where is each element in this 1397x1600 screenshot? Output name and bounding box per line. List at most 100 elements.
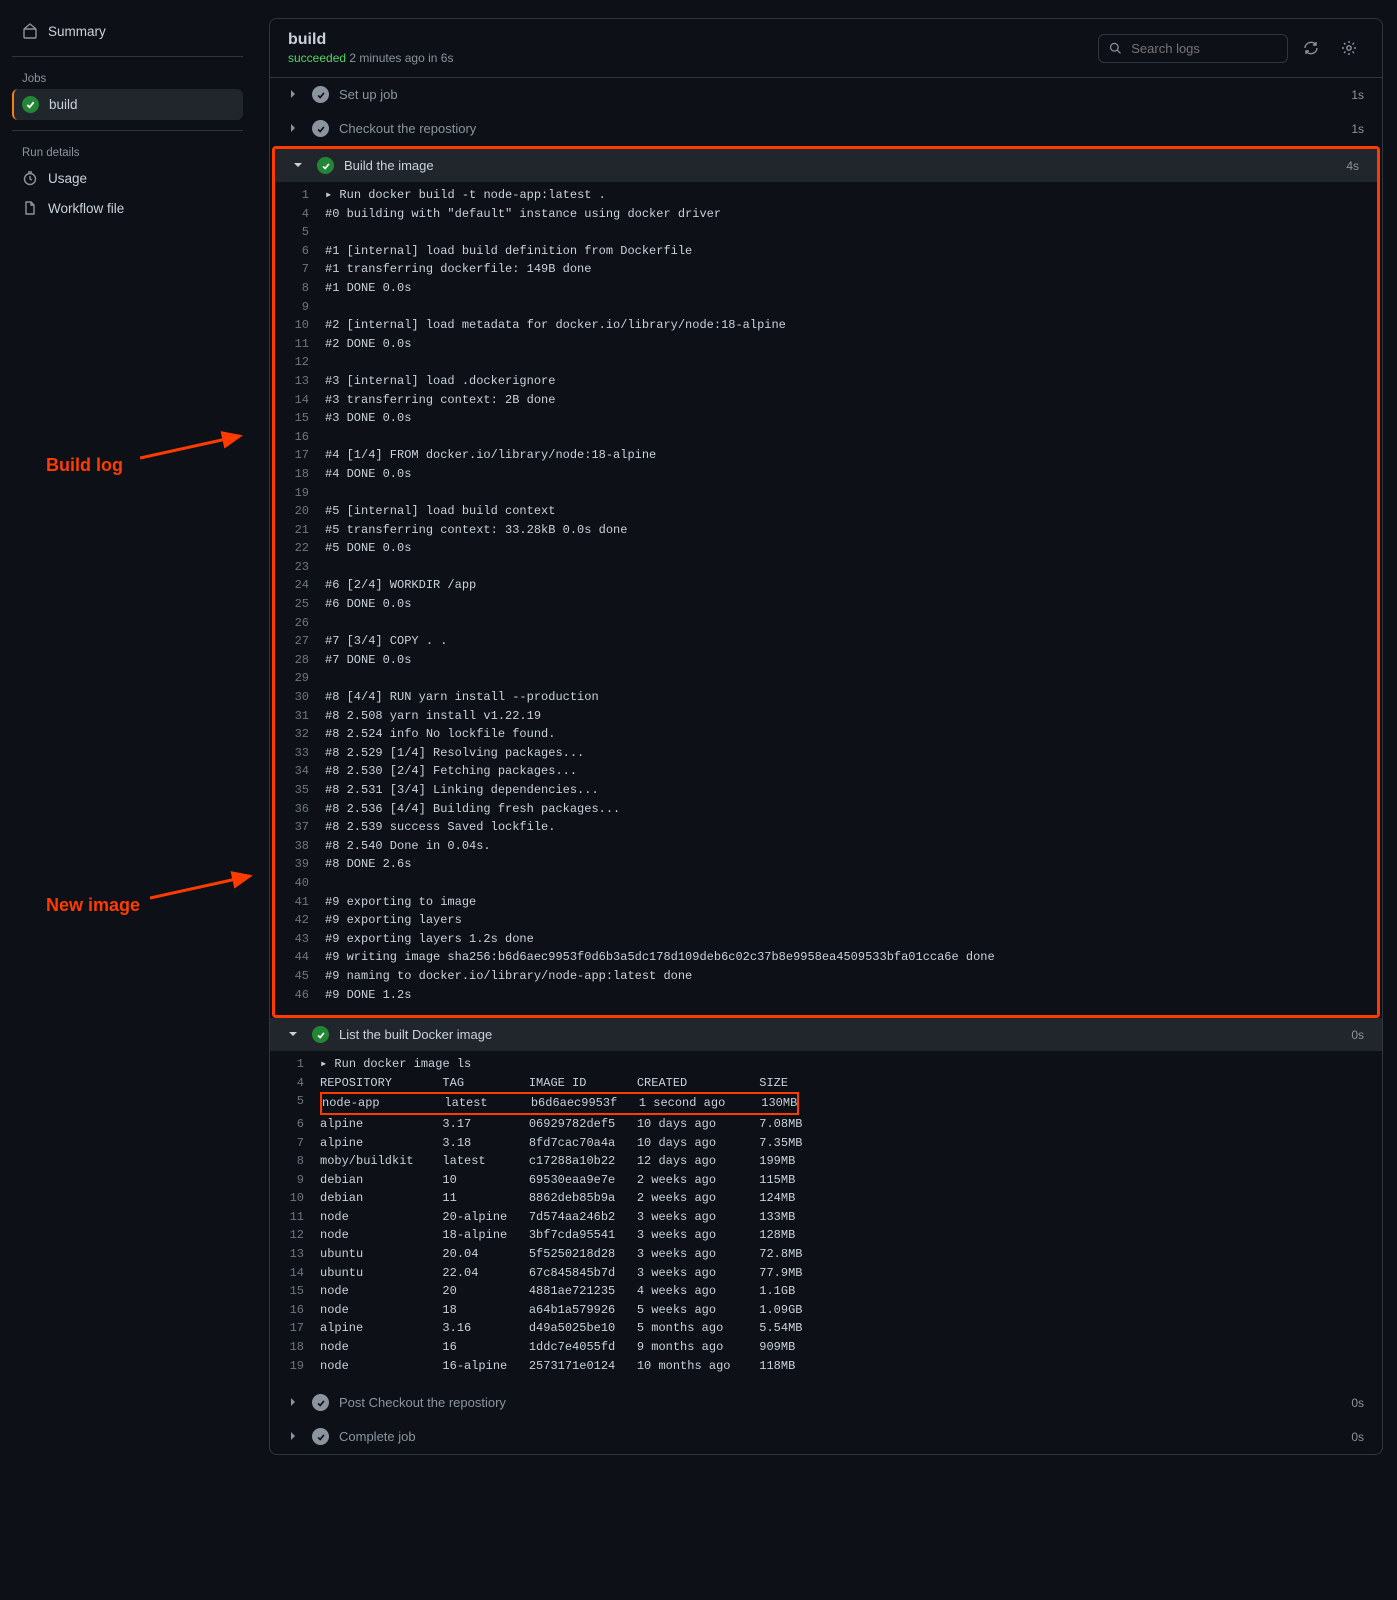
log-line: 26: [275, 614, 1377, 633]
line-content: #2 DONE 0.0s: [325, 335, 429, 354]
check-circle-icon: [312, 86, 329, 103]
line-number: 6: [270, 1115, 320, 1134]
line-number: 10: [270, 1189, 320, 1208]
line-number: 43: [275, 930, 325, 949]
line-content: alpine 3.17 06929782def5 10 days ago 7.0…: [320, 1115, 820, 1134]
line-content: #8 2.508 yarn install v1.22.19: [325, 707, 559, 726]
log-line: 27#7 [3/4] COPY . .: [275, 632, 1377, 651]
line-content: #8 2.540 Done in 0.04s.: [325, 837, 509, 856]
step-complete[interactable]: Complete job 0s: [270, 1420, 1382, 1453]
line-number: 10: [275, 316, 325, 335]
line-number: 26: [275, 614, 325, 633]
line-content: #3 DONE 0.0s: [325, 409, 429, 428]
log-line: 30#8 [4/4] RUN yarn install --production: [275, 688, 1377, 707]
log-line: 4#0 building with "default" instance usi…: [275, 205, 1377, 224]
log-line: 6alpine 3.17 06929782def5 10 days ago 7.…: [270, 1115, 1382, 1134]
annotation-build-log: Build log: [46, 455, 123, 476]
line-number: 16: [270, 1301, 320, 1320]
log-line: 13ubuntu 20.04 5f5250218d28 3 weeks ago …: [270, 1245, 1382, 1264]
line-number: 14: [275, 391, 325, 410]
step-name: Build the image: [344, 158, 1336, 173]
step-build[interactable]: Build the image 4s: [275, 149, 1377, 182]
search-logs[interactable]: [1098, 34, 1288, 63]
log-line: 33#8 2.529 [1/4] Resolving packages...: [275, 744, 1377, 763]
line-content: node 18-alpine 3bf7cda95541 3 weeks ago …: [320, 1226, 813, 1245]
line-number: 33: [275, 744, 325, 763]
step-setup[interactable]: Set up job 1s: [270, 78, 1382, 111]
log-line: 15#3 DONE 0.0s: [275, 409, 1377, 428]
check-circle-icon: [312, 1394, 329, 1411]
log-line: 19node 16-alpine 2573171e0124 10 months …: [270, 1357, 1382, 1376]
chevron-down-icon: [293, 158, 307, 173]
step-post-checkout[interactable]: Post Checkout the repostiory 0s: [270, 1386, 1382, 1419]
line-content: node 16 1ddc7e4055fd 9 months ago 909MB: [320, 1338, 813, 1357]
line-content: #3 [internal] load .dockerignore: [325, 372, 573, 391]
log-line: 17#4 [1/4] FROM docker.io/library/node:1…: [275, 446, 1377, 465]
line-number: 34: [275, 762, 325, 781]
sidebar-job-label: build: [49, 97, 78, 112]
log-line: 1▸ Run docker image ls: [270, 1055, 1382, 1074]
line-number: 13: [275, 372, 325, 391]
summary-link[interactable]: Summary: [12, 16, 243, 46]
search-input[interactable]: [1129, 40, 1277, 57]
line-content: [325, 428, 343, 447]
settings-button[interactable]: [1334, 33, 1364, 63]
chevron-right-icon: [288, 87, 302, 102]
log-line: 25#6 DONE 0.0s: [275, 595, 1377, 614]
log-line: 10debian 11 8862deb85b9a 2 weeks ago 124…: [270, 1189, 1382, 1208]
line-number: 8: [275, 279, 325, 298]
chevron-right-icon: [288, 121, 302, 136]
line-content: [325, 223, 343, 242]
line-content: #1 transferring dockerfile: 149B done: [325, 260, 609, 279]
line-number: 37: [275, 818, 325, 837]
log-line: 21#5 transferring context: 33.28kB 0.0s …: [275, 521, 1377, 540]
line-content: #9 exporting to image: [325, 893, 494, 912]
log-line: 9debian 10 69530eaa9e7e 2 weeks ago 115M…: [270, 1171, 1382, 1190]
sidebar-job-build[interactable]: build: [12, 89, 243, 120]
log-line: 36#8 2.536 [4/4] Building fresh packages…: [275, 800, 1377, 819]
list-log: 1▸ Run docker image ls4REPOSITORY TAG IM…: [270, 1051, 1382, 1385]
arrow-new-image: [150, 870, 260, 900]
log-line: 1▸ Run docker build -t node-app:latest .: [275, 186, 1377, 205]
log-line: 17alpine 3.16 d49a5025be10 5 months ago …: [270, 1319, 1382, 1338]
log-line: 5: [275, 223, 1377, 242]
line-number: 21: [275, 521, 325, 540]
line-number: 19: [270, 1357, 320, 1376]
rerun-button[interactable]: [1296, 33, 1326, 63]
gear-icon: [1341, 40, 1357, 56]
line-content: #9 exporting layers: [325, 911, 480, 930]
step-duration: 0s: [1351, 1028, 1364, 1042]
line-number: 23: [275, 558, 325, 577]
step-duration: 1s: [1351, 122, 1364, 136]
line-content: [325, 484, 343, 503]
line-content: ▸ Run docker build -t node-app:latest .: [325, 186, 624, 205]
usage-link[interactable]: Usage: [12, 163, 243, 193]
line-number: 16: [275, 428, 325, 447]
line-number: 5: [270, 1092, 320, 1115]
line-number: 15: [270, 1282, 320, 1301]
step-checkout[interactable]: Checkout the repostiory 1s: [270, 112, 1382, 145]
workflow-file-link[interactable]: Workflow file: [12, 193, 243, 223]
line-content: debian 10 69530eaa9e7e 2 weeks ago 115MB: [320, 1171, 813, 1190]
log-line: 29: [275, 669, 1377, 688]
line-number: 44: [275, 948, 325, 967]
log-line: 39#8 DONE 2.6s: [275, 855, 1377, 874]
line-content: [325, 874, 343, 893]
step-list-image[interactable]: List the built Docker image 0s: [270, 1018, 1382, 1051]
divider: [12, 56, 243, 57]
line-number: 15: [275, 409, 325, 428]
log-line: 15node 20 4881ae721235 4 weeks ago 1.1GB: [270, 1282, 1382, 1301]
line-number: 18: [275, 465, 325, 484]
log-line: 28#7 DONE 0.0s: [275, 651, 1377, 670]
chevron-right-icon: [288, 1429, 302, 1444]
log-line: 5node-app latest b6d6aec9953f 1 second a…: [270, 1092, 1382, 1115]
log-line: 4REPOSITORY TAG IMAGE ID CREATED SIZE: [270, 1074, 1382, 1093]
line-number: 40: [275, 874, 325, 893]
line-number: 42: [275, 911, 325, 930]
workflow-file-label: Workflow file: [48, 201, 124, 216]
line-number: 39: [275, 855, 325, 874]
log-line: 8moby/buildkit latest c17288a10b22 12 da…: [270, 1152, 1382, 1171]
step-duration: 1s: [1351, 88, 1364, 102]
log-line: 14#3 transferring context: 2B done: [275, 391, 1377, 410]
line-number: 12: [270, 1226, 320, 1245]
